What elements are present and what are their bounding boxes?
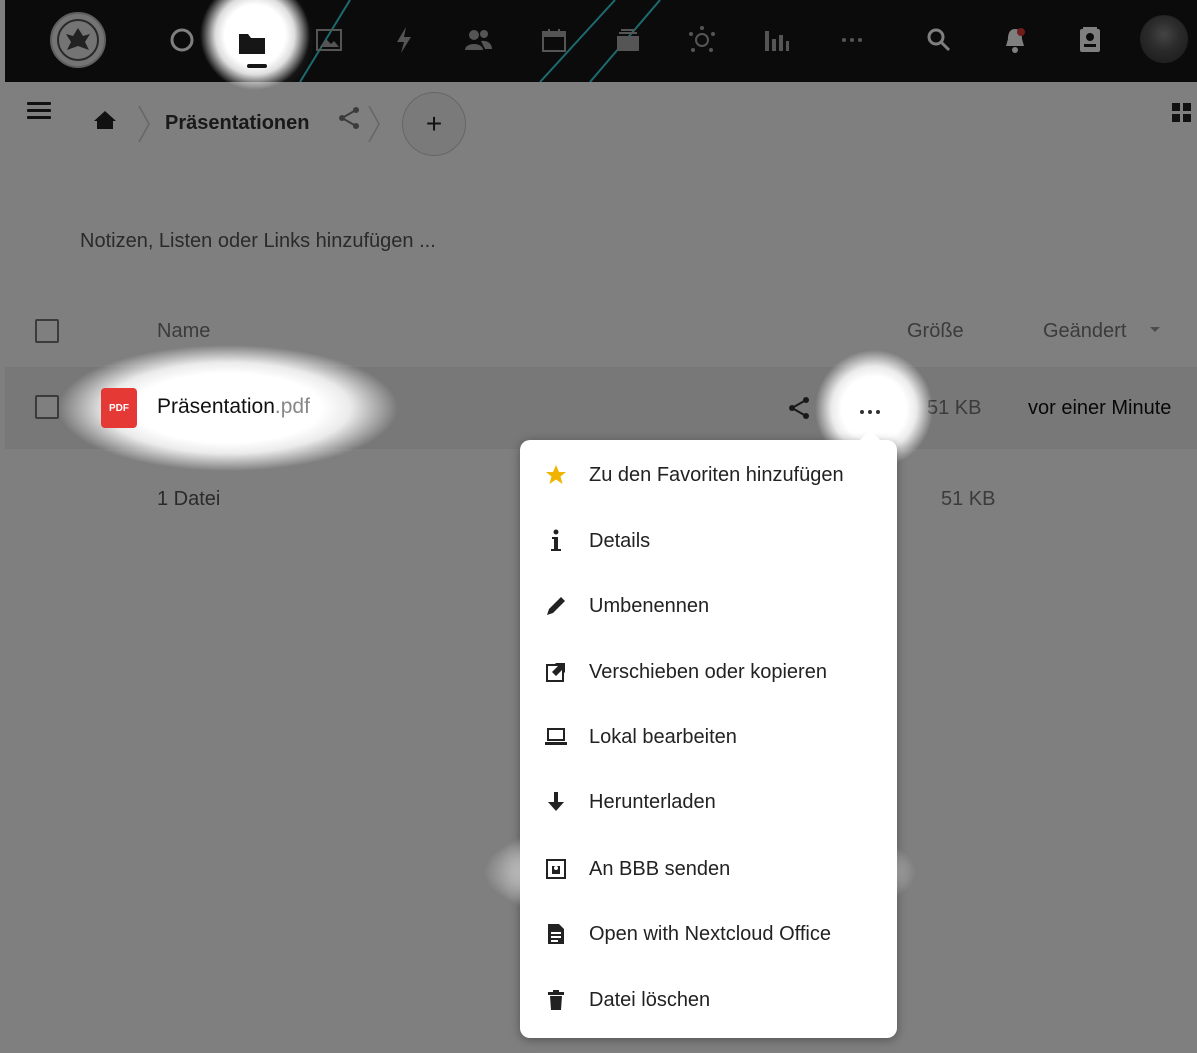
menu-item-label: An BBB senden <box>589 858 731 880</box>
summary-size: 51 KB <box>941 488 996 510</box>
file-name-highlight[interactable]: Präsentation.pdf <box>157 395 310 419</box>
document-icon <box>544 922 568 946</box>
file-basename-highlight: Präsentation <box>157 395 275 418</box>
logo[interactable] <box>50 12 106 68</box>
file-extension-highlight: .pdf <box>274 395 310 418</box>
rich-workspace-placeholder[interactable]: Notizen, Listen oder Links hinzufügen ..… <box>80 230 436 253</box>
menu-item-label: Herunterladen <box>589 791 716 813</box>
file-actions-menu: Zu den Favoriten hinzufügen Details Umbe… <box>484 430 916 1038</box>
summary-count: 1 Datei <box>157 488 221 510</box>
menu-item-download[interactable]: Herunterladen <box>520 777 897 827</box>
file-size: 51 KB <box>927 397 982 419</box>
network-icon[interactable] <box>682 20 722 60</box>
menu-item-delete[interactable]: Datei löschen <box>520 975 897 1025</box>
column-header-name[interactable]: Name <box>157 320 210 343</box>
menu-item-label: Datei löschen <box>589 989 711 1011</box>
menu-item-label: Verschieben oder kopieren <box>589 661 827 683</box>
grid-view-icon[interactable] <box>1171 102 1193 129</box>
row-checkbox[interactable] <box>35 395 59 419</box>
new-file-button[interactable]: + <box>402 92 466 156</box>
menu-item-label: Zu den Favoriten hinzufügen <box>589 464 844 486</box>
top-bar <box>5 0 1197 82</box>
contacts-menu-icon[interactable] <box>1070 20 1110 60</box>
column-header-modified[interactable]: Geändert <box>1043 320 1126 343</box>
presentation-icon <box>544 857 568 881</box>
circle-icon[interactable] <box>162 20 202 60</box>
active-app-indicator-highlight <box>247 64 267 68</box>
menu-item-move-copy[interactable]: Verschieben oder kopieren <box>520 647 897 697</box>
external-icon <box>544 660 568 684</box>
folder-icon-highlight <box>237 30 267 61</box>
bar-chart-icon[interactable] <box>756 20 796 60</box>
cards-icon[interactable] <box>608 20 648 60</box>
share-icon[interactable] <box>337 106 361 135</box>
pdf-file-icon-highlight: PDF <box>101 388 137 428</box>
more-icon[interactable] <box>832 20 872 60</box>
lightning-icon[interactable] <box>384 20 424 60</box>
laptop-icon <box>544 725 568 749</box>
calendar-icon[interactable] <box>534 20 574 60</box>
sort-descending-icon <box>1150 327 1160 332</box>
menu-caret <box>860 430 880 440</box>
menu-item-label: Details <box>589 530 651 552</box>
users-icon[interactable] <box>458 20 498 60</box>
menu-item-label: Open with Nextcloud Office <box>589 923 831 945</box>
home-icon[interactable] <box>93 110 117 135</box>
more-actions-icon-highlight[interactable] <box>857 403 883 421</box>
breadcrumb-separator-icon <box>138 105 150 143</box>
pencil-icon <box>544 594 568 618</box>
menu-item-favorite[interactable]: Zu den Favoriten hinzufügen <box>520 450 897 500</box>
breadcrumb-current[interactable]: Präsentationen <box>165 112 309 135</box>
trash-icon <box>544 988 568 1012</box>
share-icon[interactable] <box>787 396 811 425</box>
file-modified: vor einer Minute <box>1028 397 1172 419</box>
menu-item-details[interactable]: Details <box>520 516 897 566</box>
menu-item-rename[interactable]: Umbenennen <box>520 581 897 631</box>
select-all-checkbox[interactable] <box>35 319 59 343</box>
notifications-icon[interactable] <box>995 20 1035 60</box>
navigation-toggle-icon[interactable] <box>27 102 51 122</box>
search-icon[interactable] <box>919 20 959 60</box>
breadcrumb-separator-icon <box>368 105 380 143</box>
menu-item-edit-locally[interactable]: Lokal bearbeiten <box>520 712 897 762</box>
image-icon[interactable] <box>309 20 349 60</box>
download-icon <box>544 790 568 814</box>
menu-item-send-to-bbb[interactable]: An BBB senden <box>520 844 897 894</box>
menu-item-open-office[interactable]: Open with Nextcloud Office <box>520 909 897 959</box>
menu-item-label: Lokal bearbeiten <box>589 726 737 748</box>
star-icon <box>544 463 568 487</box>
menu-item-label: Umbenennen <box>589 595 710 617</box>
avatar[interactable] <box>1140 15 1188 63</box>
info-icon <box>544 529 568 553</box>
column-header-size[interactable]: Größe <box>907 320 964 343</box>
